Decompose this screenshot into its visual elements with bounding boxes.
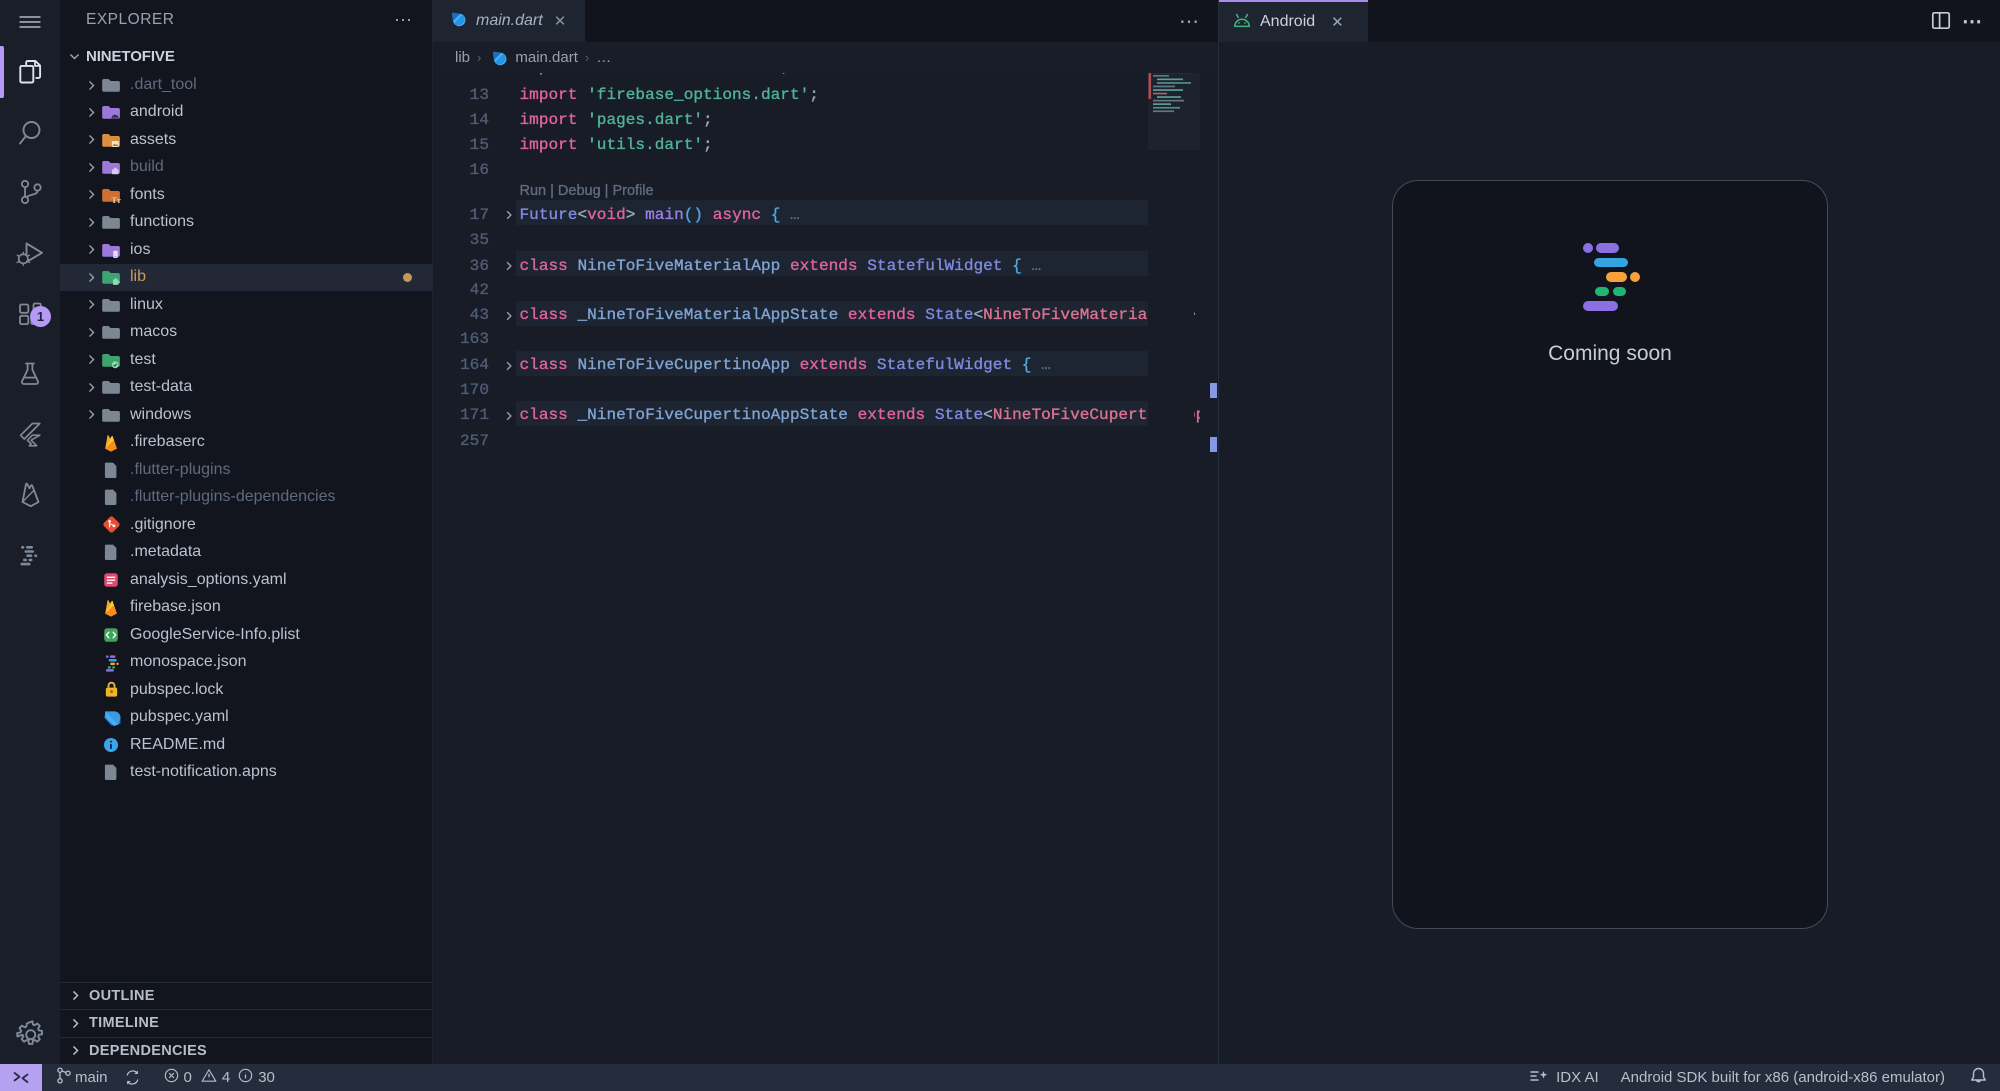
svg-text:Tт: Tт — [112, 196, 121, 205]
